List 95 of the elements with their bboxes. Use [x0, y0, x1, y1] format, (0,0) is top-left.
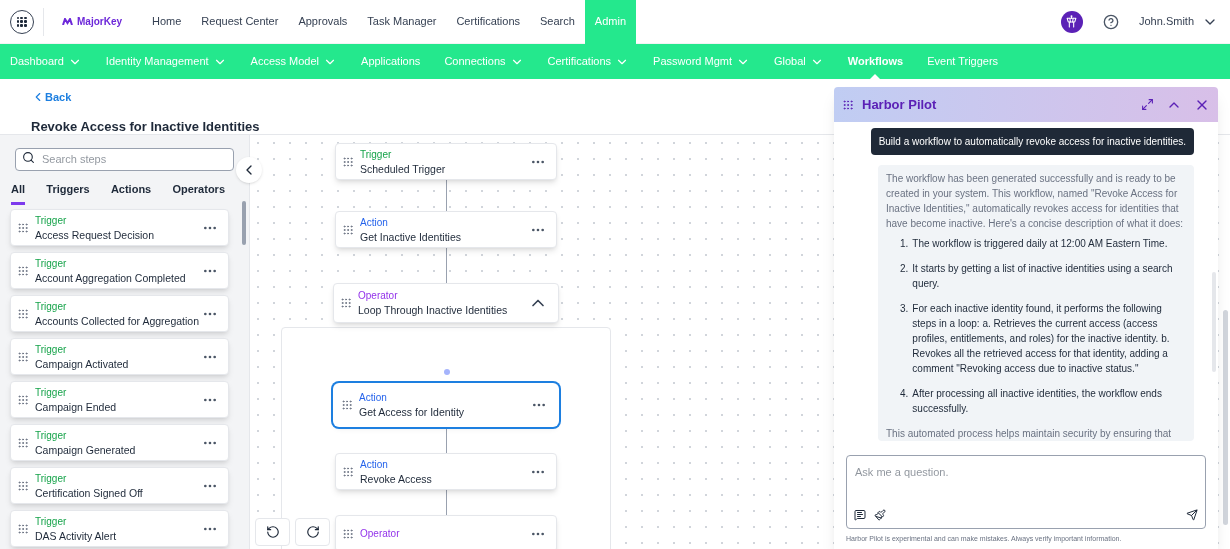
redo-button[interactable]: [295, 518, 330, 546]
help-icon[interactable]: [1102, 13, 1119, 30]
logo-icon: [62, 18, 73, 25]
step-category: Action: [360, 457, 389, 472]
workflow-step-card[interactable]: Trigger Access Request Decision: [10, 209, 229, 246]
filter-tab[interactable]: Actions: [110, 180, 152, 205]
step-category: Trigger: [35, 471, 68, 486]
drag-handle-icon[interactable]: [342, 155, 354, 168]
workflow-step-card[interactable]: Trigger DAS Activity Alert: [10, 510, 229, 547]
brush-icon[interactable]: [874, 508, 886, 521]
drag-handle-icon[interactable]: [341, 399, 353, 411]
top-nav-link[interactable]: Certifications: [446, 0, 530, 44]
step-number: 1.: [900, 237, 909, 251]
workflow-step-card[interactable]: Action Get Inactive Identities: [335, 211, 557, 248]
step-category: Trigger: [35, 213, 68, 228]
workflow-step-card[interactable]: Operator Loop Through Inactive Identities: [333, 283, 559, 323]
chat-title: Harbor Pilot: [862, 95, 937, 114]
drag-handle-icon[interactable]: [17, 264, 29, 277]
step-name: Campaign Generated: [35, 442, 137, 457]
step-name: Certification Signed Off: [35, 485, 144, 500]
step-name: Get Access for Identity: [359, 405, 466, 419]
step-category: Trigger: [35, 299, 68, 314]
user-menu[interactable]: John.Smith: [1138, 13, 1218, 30]
search-field[interactable]: Search steps: [15, 147, 234, 171]
step-name: Access Request Decision: [35, 227, 156, 242]
step-category: Trigger: [35, 514, 68, 529]
workflow-step-card[interactable]: Trigger Campaign Activated: [10, 338, 229, 375]
top-nav-link[interactable]: Request Center: [191, 0, 289, 44]
drag-handle-icon[interactable]: [342, 465, 354, 478]
drag-handle-icon[interactable]: [342, 527, 354, 540]
drag-handle-icon[interactable]: [17, 307, 29, 320]
filter-tab[interactable]: All: [11, 180, 26, 205]
step-category: Trigger: [35, 385, 68, 400]
expand-icon[interactable]: [1141, 98, 1154, 111]
step-number: 3.: [900, 302, 909, 316]
step-category: Operator: [360, 526, 401, 541]
step-category: Trigger: [35, 256, 68, 271]
step-category: Action: [359, 391, 388, 405]
workflow-step-card[interactable]: Trigger Campaign Ended: [10, 381, 229, 418]
step-name: Get Inactive Identities: [360, 229, 462, 244]
drag-handle-icon[interactable]: [17, 436, 29, 449]
drag-handle-icon[interactable]: [17, 393, 29, 406]
undo-icon[interactable]: [265, 525, 280, 539]
workflow-step-card[interactable]: Trigger Certification Signed Off: [10, 467, 229, 504]
reply-text: The workflow has been generated successfully and is ready to be created in your system. This workflow, named "Revoke Access for Inactive Identities," automatically revokes access for identities that have become inactive. Here's a concise description of what it does:: [886, 172, 1185, 231]
page-title: Revoke Access for Inactive Identities: [31, 118, 261, 136]
send-icon[interactable]: [1186, 508, 1198, 521]
reply-step: The workflow is triggered daily at 12:00 AM Eastern Time.: [912, 236, 1168, 251]
step-name: Loop Through Inactive Identities: [358, 303, 509, 317]
page-scrollbar[interactable]: [1223, 310, 1228, 525]
drag-handle-icon[interactable]: [340, 297, 352, 309]
undo-button[interactable]: [255, 518, 290, 546]
step-name: Campaign Ended: [35, 399, 118, 414]
filter-tab[interactable]: Triggers: [46, 180, 90, 205]
step-category: Trigger: [35, 342, 68, 357]
step-category: Trigger: [35, 428, 68, 443]
workflow-step-card[interactable]: Trigger Campaign Generated: [10, 424, 229, 461]
drag-handle-icon[interactable]: [342, 223, 354, 236]
chat-icon[interactable]: [854, 508, 866, 521]
step-name: Account Aggregation Completed: [35, 270, 187, 285]
reply-step: For each inactive identity found, it performs the following steps in a loop: a. Retrieves the current access (access profiles, entitlements, and roles) for the inactive identity. b. Revokes all the retrieved access for that identity, adding a comment "Revoking access due to inactive status.": [912, 301, 1186, 376]
assistant-avatar-icon[interactable]: [1060, 10, 1083, 33]
scrollbar[interactable]: [242, 201, 246, 245]
step-number: 4.: [900, 387, 909, 401]
drag-handle-icon[interactable]: [17, 350, 29, 363]
brand-name: MajorKey: [77, 15, 122, 29]
user-message: Build a workflow to automatically revoke access for inactive identities.: [870, 128, 1194, 155]
workflow-step-card[interactable]: Operator: [335, 515, 557, 549]
top-nav-link[interactable]: Task Manager: [357, 0, 447, 44]
workflow-step-card[interactable]: Trigger Accounts Collected for Aggregation: [10, 295, 229, 332]
step-category: Operator: [358, 289, 399, 303]
step-name: Revoke Access: [360, 471, 433, 486]
drag-handle-icon[interactable]: [842, 98, 854, 111]
question-input[interactable]: Ask me a question.: [846, 454, 1206, 529]
drag-handle-icon[interactable]: [17, 522, 29, 535]
drag-handle-icon[interactable]: [17, 221, 29, 234]
step-name: Scheduled Trigger: [360, 161, 447, 176]
drag-handle-icon[interactable]: [17, 479, 29, 492]
reply-step: It starts by getting a list of inactive identities using a search query.: [912, 261, 1186, 291]
step-number: 2.: [900, 262, 909, 276]
workflow-step-card[interactable]: Trigger Scheduled Trigger: [335, 143, 557, 180]
step-name: DAS Activity Alert: [35, 528, 118, 543]
workflow-step-card[interactable]: Trigger Account Aggregation Completed: [10, 252, 229, 289]
top-nav-link[interactable]: Search: [530, 0, 585, 44]
reply-step: After processing all inactive identities, the workflow ends successfully.: [912, 386, 1186, 416]
top-nav-link[interactable]: Approvals: [288, 0, 358, 44]
reply-text: This automated process helps maintain security by ensuring that: [886, 427, 1173, 441]
top-nav-link[interactable]: Home: [142, 0, 192, 44]
back-link[interactable]: Back: [31, 88, 72, 106]
redo-icon[interactable]: [305, 525, 320, 539]
filter-tab[interactable]: Operators: [172, 180, 225, 205]
step-name: Campaign Activated: [35, 356, 130, 371]
workflow-step-card[interactable]: Action Revoke Access: [335, 453, 557, 490]
step-category: Trigger: [360, 147, 393, 162]
step-category: Action: [360, 215, 389, 230]
